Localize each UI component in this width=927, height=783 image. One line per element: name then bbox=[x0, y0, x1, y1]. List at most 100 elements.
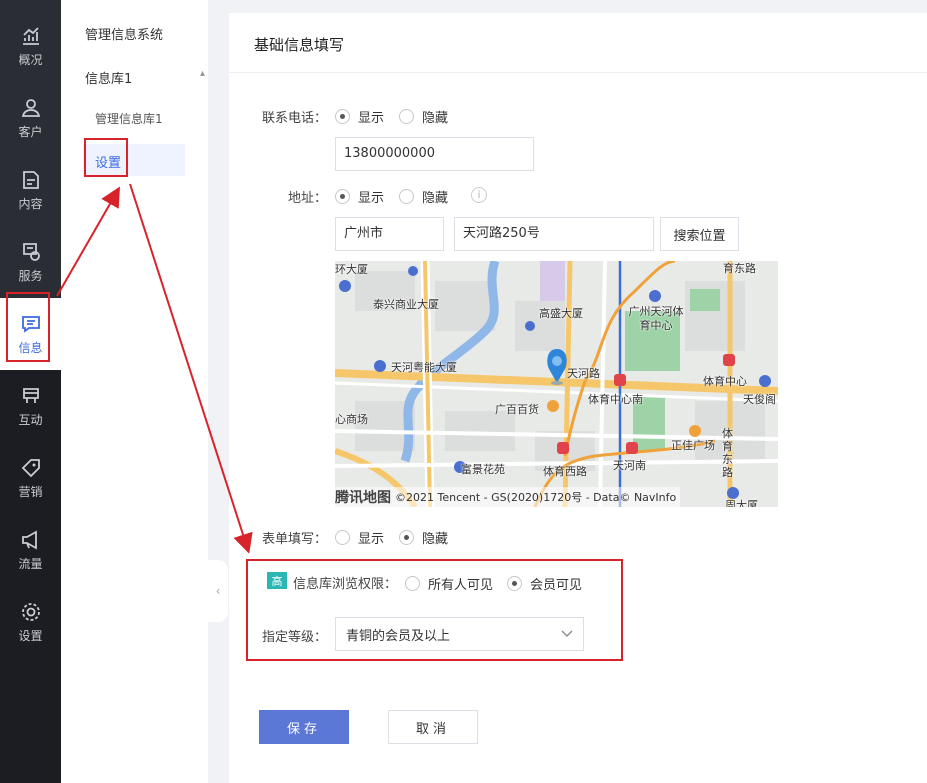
map-attribution: 腾讯地图 ©2021 Tencent - GS(2020)1720号 - Dat… bbox=[335, 487, 681, 507]
sub-navigation: 管理信息系统 信息库1 ▴ 管理信息库1 设置 bbox=[61, 0, 208, 783]
subnav-group-info-library[interactable]: 信息库1 ▴ bbox=[85, 68, 205, 87]
map-label: 育东路 bbox=[723, 262, 756, 275]
map-label: 体育东路 bbox=[722, 427, 733, 479]
map-label: 正佳广场 bbox=[671, 439, 715, 452]
tencent-map-logo: 腾讯地图 bbox=[335, 490, 391, 506]
map-label: 体育中心 bbox=[703, 375, 747, 388]
megaphone-icon bbox=[20, 529, 42, 551]
rail-item-content[interactable]: 内容 bbox=[0, 154, 61, 226]
radio-label: 隐藏 bbox=[422, 532, 449, 547]
subnav-item-manage-library[interactable]: 管理信息库1 bbox=[95, 110, 163, 127]
address-hide-radio[interactable]: 隐藏 bbox=[399, 187, 448, 206]
rail-label: 服务 bbox=[18, 268, 43, 283]
map-label: 天河粤能大厦 bbox=[391, 361, 457, 374]
map-label: 天河路 bbox=[567, 367, 600, 380]
map-label: 体育西路 bbox=[543, 465, 587, 478]
permission-everyone-radio[interactable]: 所有人可见 bbox=[405, 574, 493, 593]
permission-members-radio[interactable]: 会员可见 bbox=[507, 574, 582, 593]
level-select[interactable]: 青铜的会员及以上 bbox=[335, 617, 584, 651]
radio-checked-icon bbox=[335, 189, 350, 204]
subnav-title: 管理信息系统 bbox=[85, 28, 164, 43]
map-label: 体育中心南 bbox=[588, 393, 643, 406]
map-copyright: ©2021 Tencent - GS(2020)1720号 - Data© Na… bbox=[395, 491, 677, 504]
premium-badge: 高 bbox=[267, 572, 287, 589]
phone-show-radio[interactable]: 显示 bbox=[335, 107, 384, 126]
map-label: 高盛大厦 bbox=[539, 307, 583, 320]
search-location-button[interactable]: 搜索位置 bbox=[660, 217, 739, 251]
form-fill-hide-radio[interactable]: 隐藏 bbox=[399, 528, 448, 547]
radio-label: 会员可见 bbox=[530, 578, 583, 593]
interaction-icon bbox=[20, 385, 42, 407]
rail-item-customer[interactable]: 客户 bbox=[0, 82, 61, 154]
location-map[interactable]: 环大厦 育东路 泰兴商业大厦 高盛大厦 广州天河体育中心 天河粤能大厦 天河路 … bbox=[335, 261, 778, 507]
map-label: 泰兴商业大厦 bbox=[373, 298, 439, 311]
info-icon[interactable]: i bbox=[471, 187, 487, 203]
subnav-item-settings[interactable]: 设置 bbox=[83, 144, 185, 176]
map-label: 富景花苑 bbox=[461, 463, 505, 476]
address-show-radio[interactable]: 显示 bbox=[335, 187, 384, 206]
phone-hide-radio[interactable]: 隐藏 bbox=[399, 107, 448, 126]
form-fill-show-radio[interactable]: 显示 bbox=[335, 528, 384, 547]
radio-unchecked-icon bbox=[399, 189, 414, 204]
rail-label: 营销 bbox=[18, 484, 43, 499]
map-label: 周大厦 bbox=[725, 499, 758, 507]
radio-checked-icon bbox=[507, 576, 522, 591]
rail-item-service[interactable]: 服务 bbox=[0, 226, 61, 298]
rail-label: 内容 bbox=[18, 196, 43, 211]
rail-item-marketing[interactable]: 营销 bbox=[0, 442, 61, 514]
radio-label: 显示 bbox=[358, 191, 385, 206]
radio-label: 显示 bbox=[358, 532, 385, 547]
address-label: 地址： bbox=[287, 191, 327, 206]
radio-label: 隐藏 bbox=[422, 111, 449, 126]
level-select-value: 青铜的会员及以上 bbox=[346, 628, 451, 644]
chevron-up-icon: ▴ bbox=[199, 68, 205, 79]
map-label: 心商场 bbox=[335, 413, 368, 426]
phone-label: 联系电话： bbox=[261, 111, 327, 126]
message-icon bbox=[20, 313, 42, 335]
card-title: 基础信息填写 bbox=[229, 13, 927, 73]
map-label: 天俊阁 bbox=[743, 393, 776, 406]
rail-item-interaction[interactable]: 互动 bbox=[0, 370, 61, 442]
chart-icon bbox=[20, 25, 42, 47]
rail-item-traffic[interactable]: 流量 bbox=[0, 514, 61, 586]
radio-label: 所有人可见 bbox=[428, 578, 494, 593]
map-label: 广百百货 bbox=[495, 403, 539, 416]
phone-input[interactable]: 13800000000 bbox=[335, 137, 534, 171]
radio-checked-icon bbox=[335, 109, 350, 124]
chevron-down-icon bbox=[561, 627, 573, 642]
save-button[interactable]: 保存 bbox=[259, 710, 349, 744]
rail-label: 设置 bbox=[18, 628, 43, 643]
radio-unchecked-icon bbox=[335, 530, 350, 545]
rail-item-settings[interactable]: 设置 bbox=[0, 586, 61, 658]
sidebar-collapse-handle[interactable]: ‹ bbox=[208, 560, 228, 622]
map-label: 环大厦 bbox=[335, 263, 368, 276]
rail-label: 客户 bbox=[18, 124, 43, 139]
rail-item-info[interactable]: 信息 bbox=[0, 298, 61, 370]
radio-unchecked-icon bbox=[405, 576, 420, 591]
chevron-left-icon: ‹ bbox=[215, 584, 221, 598]
city-input[interactable]: 广州市 bbox=[335, 217, 444, 251]
main-rail: 概况 客户 内容 服务 信息 互动 营销 流量 设置 bbox=[0, 0, 61, 783]
rail-label: 信息 bbox=[18, 340, 43, 355]
map-label: 天河南 bbox=[613, 459, 646, 472]
form-fill-label: 表单填写： bbox=[261, 532, 327, 547]
rail-label: 流量 bbox=[18, 556, 43, 571]
rail-label: 概况 bbox=[18, 52, 43, 67]
street-input[interactable]: 天河路250号 bbox=[454, 217, 654, 251]
level-label: 指定等级： bbox=[261, 630, 327, 645]
gear-icon bbox=[20, 601, 42, 623]
subnav-item-settings-label: 设置 bbox=[95, 156, 122, 171]
permission-label: 信息库浏览权限： bbox=[293, 577, 398, 592]
rail-label: 互动 bbox=[18, 412, 43, 427]
tag-icon bbox=[20, 457, 42, 479]
radio-label: 显示 bbox=[358, 111, 385, 126]
radio-checked-icon bbox=[399, 530, 414, 545]
radio-label: 隐藏 bbox=[422, 191, 449, 206]
document-icon bbox=[20, 169, 42, 191]
rail-item-overview[interactable]: 概况 bbox=[0, 10, 61, 82]
user-icon bbox=[20, 97, 42, 119]
radio-unchecked-icon bbox=[399, 109, 414, 124]
subnav-group-label: 信息库1 bbox=[85, 72, 133, 87]
cancel-button[interactable]: 取消 bbox=[388, 710, 478, 744]
main-card: 基础信息填写 联系电话： 显示 隐藏 13800000000 地址： 显示 隐藏… bbox=[229, 13, 927, 783]
